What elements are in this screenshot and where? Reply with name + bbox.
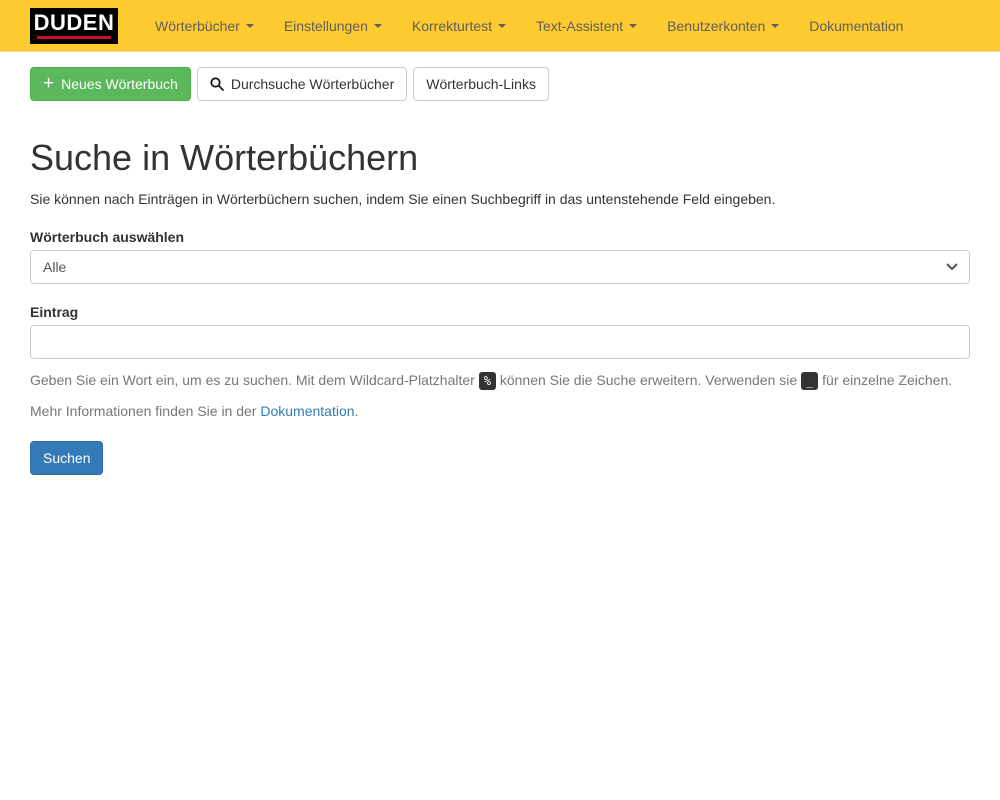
- nav-item-korrekturtest[interactable]: Korrekturtest: [397, 3, 521, 49]
- nav-item-label: Benutzerkonten: [667, 18, 765, 34]
- navbar: DUDEN Wörterbücher Einstellungen Korrekt…: [0, 0, 1000, 52]
- new-dictionary-button-label: Neues Wörterbuch: [61, 74, 178, 94]
- nav-item-einstellungen[interactable]: Einstellungen: [269, 3, 397, 49]
- nav-item-benutzerkonten[interactable]: Benutzerkonten: [652, 3, 794, 49]
- browse-dictionaries-button[interactable]: Durchsuche Wörterbücher: [197, 67, 407, 101]
- duden-logo[interactable]: DUDEN: [30, 8, 118, 44]
- entry-help-text: Geben Sie ein Wort ein, um es zu suchen.…: [30, 365, 970, 426]
- nav-item-label: Einstellungen: [284, 18, 368, 34]
- nav-item-label: Korrekturtest: [412, 18, 492, 34]
- dictionary-select-label: Wörterbuch auswählen: [30, 229, 970, 245]
- nav-item-label: Wörterbücher: [155, 18, 240, 34]
- search-button[interactable]: Suchen: [30, 441, 103, 475]
- help-part-4: .: [355, 403, 359, 419]
- nav-item-woerterbuecher[interactable]: Wörterbücher: [140, 3, 269, 49]
- entry-field-label: Eintrag: [30, 304, 970, 320]
- help-part-2: können Sie die Suche erweitern. Verwende…: [500, 372, 797, 388]
- new-dictionary-button[interactable]: + Neues Wörterbuch: [30, 67, 191, 101]
- caret-down-icon: [771, 24, 779, 28]
- caret-down-icon: [498, 24, 506, 28]
- entry-input[interactable]: [30, 325, 970, 359]
- plus-icon: +: [43, 77, 54, 91]
- dictionary-links-button-label: Wörterbuch-Links: [426, 74, 536, 94]
- caret-down-icon: [246, 24, 254, 28]
- intro-text: Sie können nach Einträgen in Wörterbüche…: [30, 189, 970, 209]
- nav-item-text-assistent[interactable]: Text-Assistent: [521, 3, 652, 49]
- help-part-1: Geben Sie ein Wort ein, um es zu suchen.…: [30, 372, 475, 388]
- nav-item-dokumentation[interactable]: Dokumentation: [794, 3, 918, 49]
- main-content: + Neues Wörterbuch Durchsuche Wörterbüch…: [30, 67, 970, 475]
- page-title: Suche in Wörterbüchern: [30, 137, 970, 179]
- dictionary-select[interactable]: Alle: [30, 250, 970, 284]
- duden-logo-underline: [37, 36, 111, 39]
- search-button-label: Suchen: [43, 448, 90, 468]
- nav-item-label: Dokumentation: [809, 18, 903, 34]
- wildcard-underscore-badge: _: [801, 372, 818, 390]
- browse-dictionaries-button-label: Durchsuche Wörterbücher: [231, 74, 394, 94]
- search-row: Suchen: [30, 441, 970, 475]
- search-icon: [210, 77, 224, 91]
- duden-logo-text: DUDEN: [34, 10, 115, 36]
- dictionary-links-button[interactable]: Wörterbuch-Links: [413, 67, 549, 101]
- nav-item-label: Text-Assistent: [536, 18, 623, 34]
- wildcard-percent-badge: %: [479, 372, 496, 390]
- documentation-link[interactable]: Dokumentation: [260, 403, 354, 419]
- dictionary-toolbar: + Neues Wörterbuch Durchsuche Wörterbüch…: [30, 67, 970, 101]
- caret-down-icon: [629, 24, 637, 28]
- navbar-menu: Wörterbücher Einstellungen Korrekturtest…: [140, 3, 918, 49]
- caret-down-icon: [374, 24, 382, 28]
- dictionary-select-wrap: Alle: [30, 250, 970, 284]
